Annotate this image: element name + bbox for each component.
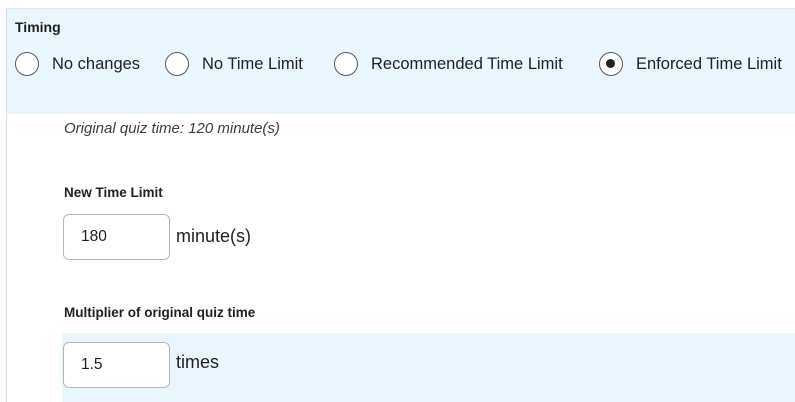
timing-radio-group: No changes No Time Limit Recommended Tim… bbox=[15, 50, 795, 78]
new-time-limit-input[interactable] bbox=[63, 214, 170, 260]
radio-label-no-time-limit: No Time Limit bbox=[202, 54, 303, 73]
radio-button-enforced-time-limit[interactable] bbox=[599, 52, 623, 76]
radio-label-no-changes: No changes bbox=[52, 54, 141, 73]
multiplier-unit: times bbox=[176, 352, 220, 372]
radio-option-no-time-limit[interactable]: No Time Limit bbox=[165, 50, 303, 78]
new-time-limit-label: New Time Limit bbox=[64, 185, 163, 200]
original-quiz-time-text: Original quiz time: 120 minute(s) bbox=[64, 120, 280, 137]
radio-button-no-time-limit[interactable] bbox=[165, 52, 189, 76]
timing-heading: Timing bbox=[15, 19, 61, 35]
radio-label-enforced-time-limit: Enforced Time Limit bbox=[636, 54, 782, 73]
radio-button-recommended-time-limit[interactable] bbox=[334, 52, 358, 76]
multiplier-label: Multiplier of original quiz time bbox=[64, 305, 256, 320]
multiplier-input[interactable] bbox=[63, 342, 170, 388]
radio-option-enforced-time-limit[interactable]: Enforced Time Limit bbox=[599, 50, 782, 78]
new-time-limit-unit: minute(s) bbox=[176, 226, 252, 246]
radio-label-recommended-time-limit: Recommended Time Limit bbox=[371, 54, 563, 73]
radio-option-no-changes[interactable]: No changes bbox=[15, 50, 140, 78]
multiplier-panel-background bbox=[62, 333, 795, 402]
radio-option-recommended-time-limit[interactable]: Recommended Time Limit bbox=[334, 50, 563, 78]
radio-button-no-changes[interactable] bbox=[15, 52, 39, 76]
